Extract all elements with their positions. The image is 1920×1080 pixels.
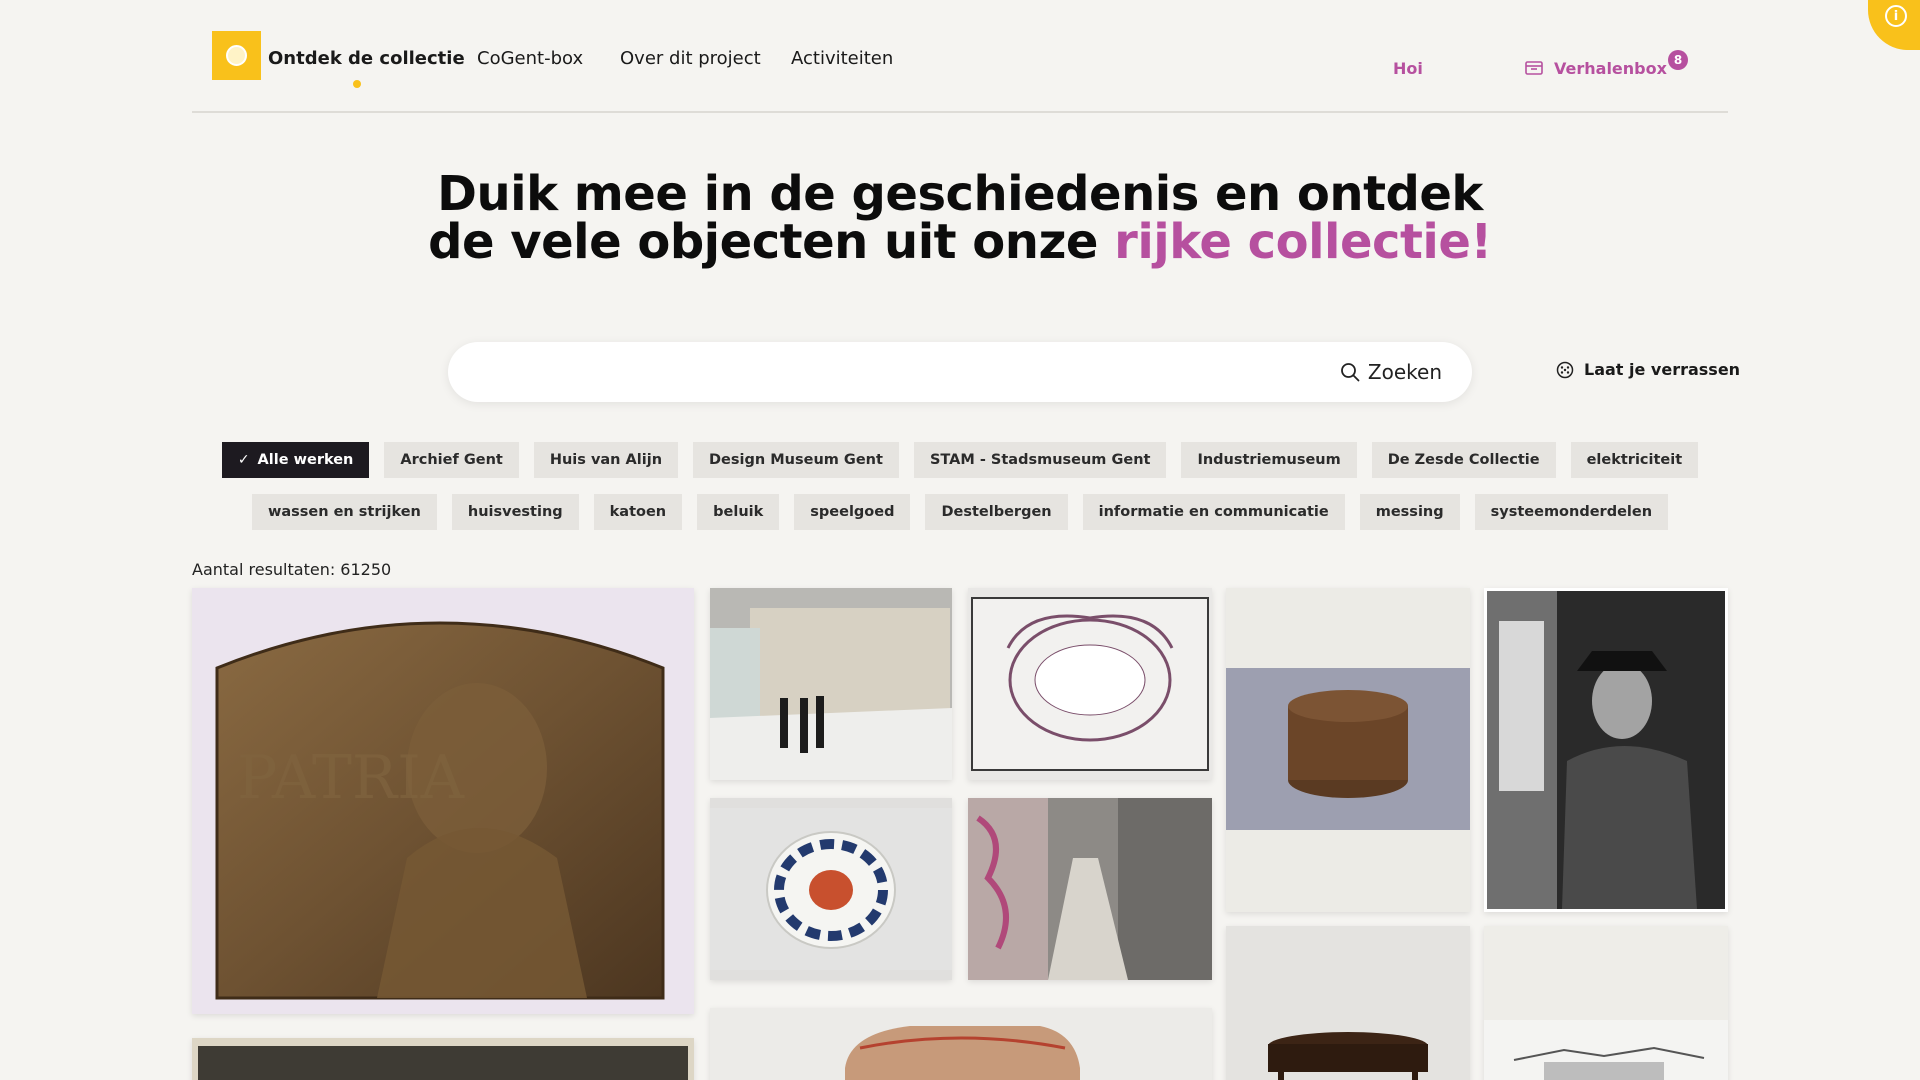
filter-chip-stam[interactable]: STAM - Stadsmuseum Gent [913,442,1167,478]
medal-image: PATRIA [215,621,665,1000]
result-card-archive[interactable] [192,1038,694,1080]
storybox-link[interactable]: Verhalenbox [1554,59,1667,78]
cowboy-photo [1487,591,1725,909]
hero-line-2: de vele objecten uit onze rijke collecti… [360,218,1560,266]
nav-link-activiteiten[interactable]: Activiteiten [791,48,893,69]
filter-chip-destelbergen[interactable]: Destelbergen [925,494,1068,530]
surprise-label: Laat je verrassen [1584,360,1741,379]
search-icon [1341,363,1360,382]
filter-row-2: wassen en strijken huisvesting katoen be… [0,494,1920,530]
info-button[interactable]: i [1868,0,1920,50]
filter-chip-informatie-en-communicatie[interactable]: informatie en communicatie [1082,494,1345,530]
result-card-tin-box[interactable] [710,1008,1212,1080]
filter-chip-wassen-en-strijken[interactable]: wassen en strijken [251,494,437,530]
filter-chip-alle-werken[interactable]: ✓ Alle werken [221,442,370,478]
user-greeting[interactable]: Hoi [1393,59,1423,78]
tin-box-photo [710,1008,1212,1080]
result-card-hat-block[interactable] [1226,588,1470,912]
search-bar: Zoeken [448,342,1472,402]
filter-chip-beluik[interactable]: beluik [697,494,780,530]
svg-text:PATRIA: PATRIA [237,743,465,813]
engraving-image [971,597,1209,771]
storybox-count-badge: 8 [1668,50,1688,70]
check-icon: ✓ [237,452,250,468]
dice-icon [1556,361,1574,378]
logo[interactable] [212,31,261,80]
results-count: Aantal resultaten: 61250 [192,560,392,579]
alley-photo [968,798,1212,980]
filter-chip-archief-gent[interactable]: Archief Gent [384,442,519,478]
filter-row-1: ✓ Alle werken Archief Gent Huis van Alijn… [0,442,1920,478]
plate-photo [710,808,952,970]
result-card-cowboy[interactable] [1484,588,1728,912]
nav-link-cogent-box[interactable]: CoGent-box [477,48,583,69]
storybox-icon [1525,61,1543,75]
filter-chip-elektriciteit[interactable]: elektriciteit [1570,442,1699,478]
table-photo [1268,1032,1428,1080]
filter-chip-huis-van-alijn[interactable]: Huis van Alijn [533,442,679,478]
hat-block-photo [1226,668,1470,830]
hero-line-2-accent: rijke collectie! [1114,214,1492,270]
result-card-medal[interactable]: PATRIA [192,588,694,1014]
print-image [1484,1020,1728,1080]
search-button[interactable]: Zoeken [1340,357,1442,387]
result-card-print[interactable] [1484,926,1728,1080]
surprise-button[interactable]: Laat je verrassen [1556,360,1740,379]
street-photo [710,588,952,780]
hero-title: Duik mee in de geschiedenis en ontdek de… [360,170,1560,266]
archive-photo [198,1046,688,1080]
logo-dot-icon [226,45,247,66]
filter-chip-de-zesde-collectie[interactable]: De Zesde Collectie [1371,442,1556,478]
result-card-engraving[interactable] [968,588,1212,780]
active-indicator [353,80,361,88]
chip-label: Alle werken [257,452,354,468]
filter-chip-design-museum-gent[interactable]: Design Museum Gent [693,442,899,478]
nav-link-over-dit-project[interactable]: Over dit project [620,48,761,69]
nav-link-ontdek[interactable]: Ontdek de collectie [268,48,465,69]
info-icon: i [1885,5,1907,27]
result-card-table[interactable] [1226,926,1470,1080]
result-card-plate[interactable] [710,798,952,980]
top-navigation: Ontdek de collectie CoGent-box Over dit … [192,0,1728,113]
hero-line-2-plain: de vele objecten uit onze [428,214,1115,270]
hero-line-1: Duik mee in de geschiedenis en ontdek [437,166,1483,222]
filter-chip-speelgoed[interactable]: speelgoed [794,494,911,530]
filter-chip-systeemonderdelen[interactable]: systeemonderdelen [1474,494,1669,530]
search-input[interactable] [472,356,1252,388]
search-button-label: Zoeken [1367,360,1442,384]
filter-chip-katoen[interactable]: katoen [593,494,683,530]
filter-chip-huisvesting[interactable]: huisvesting [451,494,579,530]
result-card-alley[interactable] [968,798,1212,980]
result-card-street[interactable] [710,588,952,780]
filter-chip-messing[interactable]: messing [1359,494,1460,530]
filter-chip-industriemuseum[interactable]: Industriemuseum [1181,442,1357,478]
